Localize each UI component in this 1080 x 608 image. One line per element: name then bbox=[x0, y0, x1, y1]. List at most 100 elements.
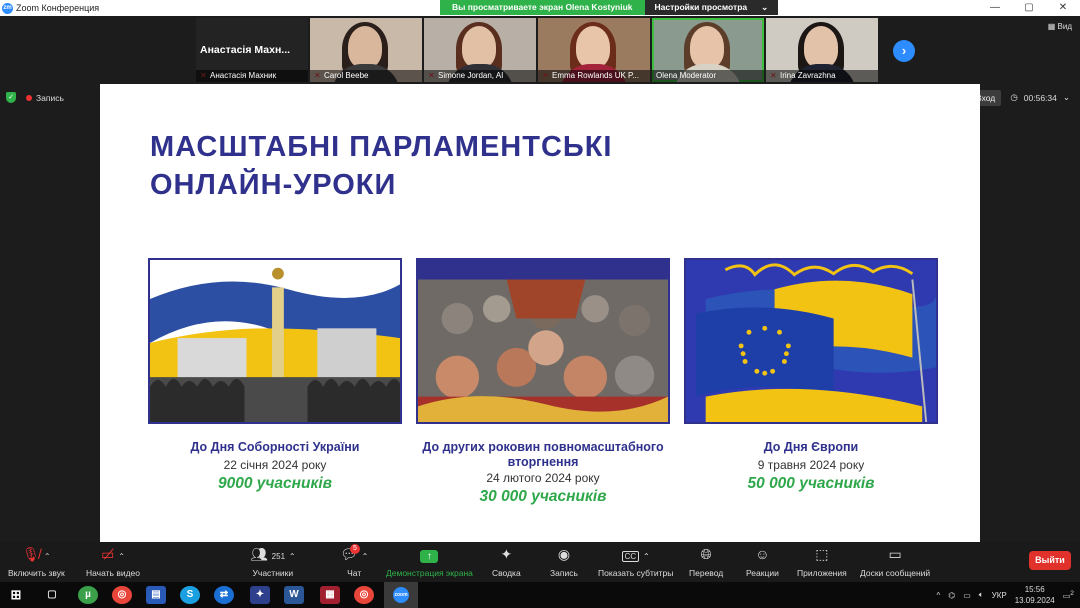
muted-mic-icon: 🎙︎̸ ⌃ bbox=[22, 546, 51, 562]
participants-icon: 👥︎ 251 ⌃ bbox=[250, 546, 296, 562]
invasion-anniversary-image bbox=[416, 258, 670, 424]
summary-button[interactable]: ✦ Сводка bbox=[492, 546, 521, 578]
summary-label: Сводка bbox=[492, 568, 521, 578]
smile-icon: ☺ bbox=[755, 546, 770, 562]
maximize-button[interactable]: ▢ bbox=[1012, 0, 1046, 16]
clock-time: 15:56 bbox=[1024, 585, 1045, 594]
battery-icon[interactable]: ▭ bbox=[963, 591, 971, 600]
captions-button[interactable]: CC ⌃ Показать субтитры bbox=[598, 546, 673, 578]
chat-button[interactable]: 💬︎ 5 ⌃ Чат bbox=[340, 544, 369, 578]
utorrent-icon[interactable]: µ bbox=[78, 586, 98, 604]
reactions-label: Реакции bbox=[746, 568, 779, 578]
card-caption: До Дня Соборності України 22 січня 2024 … bbox=[148, 440, 402, 493]
record-label: Запись bbox=[550, 568, 578, 578]
card-participants: 50 000 учасників bbox=[747, 475, 875, 492]
network-icon[interactable]: ⌬ bbox=[948, 591, 955, 600]
captions-icon: CC ⌃ bbox=[598, 546, 673, 563]
clock-icon: ◷ bbox=[1010, 92, 1018, 102]
photos-icon[interactable]: ▤ bbox=[146, 586, 166, 604]
chevron-down-icon: ⌄ bbox=[761, 2, 769, 12]
participant-tile[interactable]: ✕ Emma Rowlands UK P... bbox=[538, 18, 650, 82]
share-screen-icon: ↑ bbox=[386, 546, 473, 563]
participants-count: 251 bbox=[271, 552, 286, 561]
clock-date: 13.09.2024 bbox=[1014, 596, 1055, 605]
notifications-icon[interactable]: ▭2 bbox=[1063, 590, 1074, 601]
europe-day-image bbox=[684, 258, 938, 424]
participant-tile[interactable]: ✕ Simone Jordan, AI bbox=[424, 18, 536, 82]
zoom-taskbar-icon[interactable]: zoom bbox=[384, 582, 418, 608]
participant-tile[interactable]: ✕ Carol Beebe bbox=[310, 18, 422, 82]
close-window-button[interactable]: ✕ bbox=[1046, 0, 1080, 16]
participant-label: Irina Zavrazhna bbox=[766, 70, 878, 82]
gallery-strip: Анастасія Махн... ✕ Анастасія Махник ✕ C… bbox=[196, 18, 878, 82]
view-settings-button[interactable]: Настройки просмотра ⌄ bbox=[644, 0, 779, 15]
card-caption: До Дня Європи 9 травня 2024 року 50 000 … bbox=[684, 440, 938, 493]
windows-taskbar: ⊞ ▢ µ ◎ ▤ S ⇄ ✦ W ▦ ◎ zoom ^ ⌬ ▭ 🔈︎ УКР … bbox=[0, 582, 1080, 608]
start-video-label: Начать видео bbox=[86, 568, 141, 578]
share-screen-label: Демонстрация экрана bbox=[386, 568, 473, 578]
chat-label: Чат bbox=[347, 568, 362, 578]
share-screen-button[interactable]: ↑ Демонстрация экрана bbox=[386, 546, 473, 578]
windows-start-icon[interactable]: ⊞ bbox=[6, 586, 26, 604]
slide-title: МАСШТАБНІ ПАРЛАМЕНТСЬКІ ОНЛАЙН-УРОКИ bbox=[150, 128, 613, 204]
minimize-button[interactable]: — bbox=[978, 0, 1012, 16]
record-dot-icon bbox=[26, 94, 32, 101]
apps-button[interactable]: ⬚ Приложения bbox=[797, 546, 847, 578]
card-date: 22 січня 2024 року bbox=[223, 458, 327, 472]
window-title: Zoom Конференция bbox=[16, 3, 100, 13]
reactions-button[interactable]: ☺ Реакции bbox=[746, 546, 779, 578]
participant-tile[interactable]: Анастасія Махн... ✕ Анастасія Махник bbox=[196, 18, 308, 82]
meeting-area: Анастасія Махн... ✕ Анастасія Махник ✕ C… bbox=[0, 16, 1080, 542]
chevron-right-icon[interactable]: › bbox=[893, 40, 915, 62]
view-label: Вид bbox=[1057, 22, 1072, 31]
view-settings-label: Настройки просмотра bbox=[654, 2, 748, 12]
translate-button[interactable]: 🌐︎ Перевод bbox=[689, 546, 723, 578]
shared-slide: МАСШТАБНІ ПАРЛАМЕНТСЬКІ ОНЛАЙН-УРОКИ До … bbox=[100, 84, 980, 542]
whiteboards-label: Доски сообщений bbox=[860, 568, 931, 578]
card-title: До Дня Соборності України bbox=[190, 440, 360, 454]
card-participants: 30 000 учасників bbox=[479, 488, 607, 505]
participant-label: Emma Rowlands UK P... bbox=[538, 70, 650, 82]
chrome-profile-icon[interactable]: ◎ bbox=[354, 586, 374, 604]
unmute-button[interactable]: 🎙︎̸ ⌃ Включить звук bbox=[8, 546, 65, 578]
chevron-down-icon: ⌄ bbox=[1062, 92, 1070, 102]
word-icon[interactable]: W bbox=[284, 586, 304, 604]
participant-tile[interactable]: Olena Moderator bbox=[652, 18, 764, 82]
volume-icon[interactable]: 🔈︎ bbox=[979, 590, 984, 600]
app-icon[interactable]: ✦ bbox=[250, 586, 270, 604]
apps-icon: ⬚ bbox=[815, 546, 829, 562]
whiteboards-button[interactable]: ▭ Доски сообщений bbox=[860, 546, 930, 578]
whiteboard-icon: ▭ bbox=[888, 546, 902, 562]
participant-name-card: Анастасія Махн... bbox=[200, 44, 291, 56]
recording-indicator[interactable]: Запись bbox=[26, 93, 64, 103]
timer-value: 00:56:34 bbox=[1023, 92, 1057, 103]
language-indicator[interactable]: УКР bbox=[992, 591, 1007, 600]
captions-label: Показать субтитры bbox=[598, 568, 674, 578]
participants-button[interactable]: 👥︎ 251 ⌃ Участники bbox=[250, 546, 296, 578]
meeting-timer[interactable]: ◷ 00:56:34 ⌄ bbox=[1010, 92, 1070, 103]
notification-count: 2 bbox=[1070, 589, 1074, 597]
calendar-icon[interactable]: ▦ bbox=[320, 586, 340, 604]
start-video-button[interactable]: ▭̸ ⌃ Начать видео bbox=[86, 546, 140, 578]
system-clock[interactable]: 15:56 13.09.2024 bbox=[1015, 584, 1055, 606]
participant-tile[interactable]: ✕ Irina Zavrazhna bbox=[766, 18, 878, 82]
chat-icon: 💬︎ 5 ⌃ bbox=[340, 544, 369, 562]
video-off-icon: ▭̸ ⌃ bbox=[101, 546, 125, 562]
apps-label: Приложения bbox=[797, 568, 847, 578]
skype-icon[interactable]: S bbox=[180, 586, 200, 604]
system-tray: ^ ⌬ ▭ 🔈︎ УКР 15:56 13.09.2024 ▭2 bbox=[936, 582, 1074, 608]
teamviewer-icon[interactable]: ⇄ bbox=[214, 586, 234, 604]
chrome-icon[interactable]: ◎ bbox=[112, 586, 132, 604]
card-date: 9 травня 2024 року bbox=[757, 458, 865, 472]
leave-button[interactable]: Выйти bbox=[1029, 551, 1071, 570]
chevron-up-icon[interactable]: ^ bbox=[936, 591, 940, 600]
meeting-toolbar: 🎙︎̸ ⌃ Включить звук ▭̸ ⌃ Начать видео 👥︎… bbox=[0, 542, 1080, 582]
participant-label: Simone Jordan, AI bbox=[424, 70, 536, 82]
unity-day-image bbox=[148, 258, 402, 424]
record-button[interactable]: ◉ Запись bbox=[550, 546, 578, 578]
shield-icon[interactable]: ✓ bbox=[6, 92, 16, 103]
task-view-icon[interactable]: ▢ bbox=[42, 586, 62, 604]
summary-icon: ✦ bbox=[500, 546, 513, 562]
view-button[interactable]: ▦ Вид bbox=[1048, 22, 1072, 31]
translate-label: Перевод bbox=[689, 568, 724, 578]
